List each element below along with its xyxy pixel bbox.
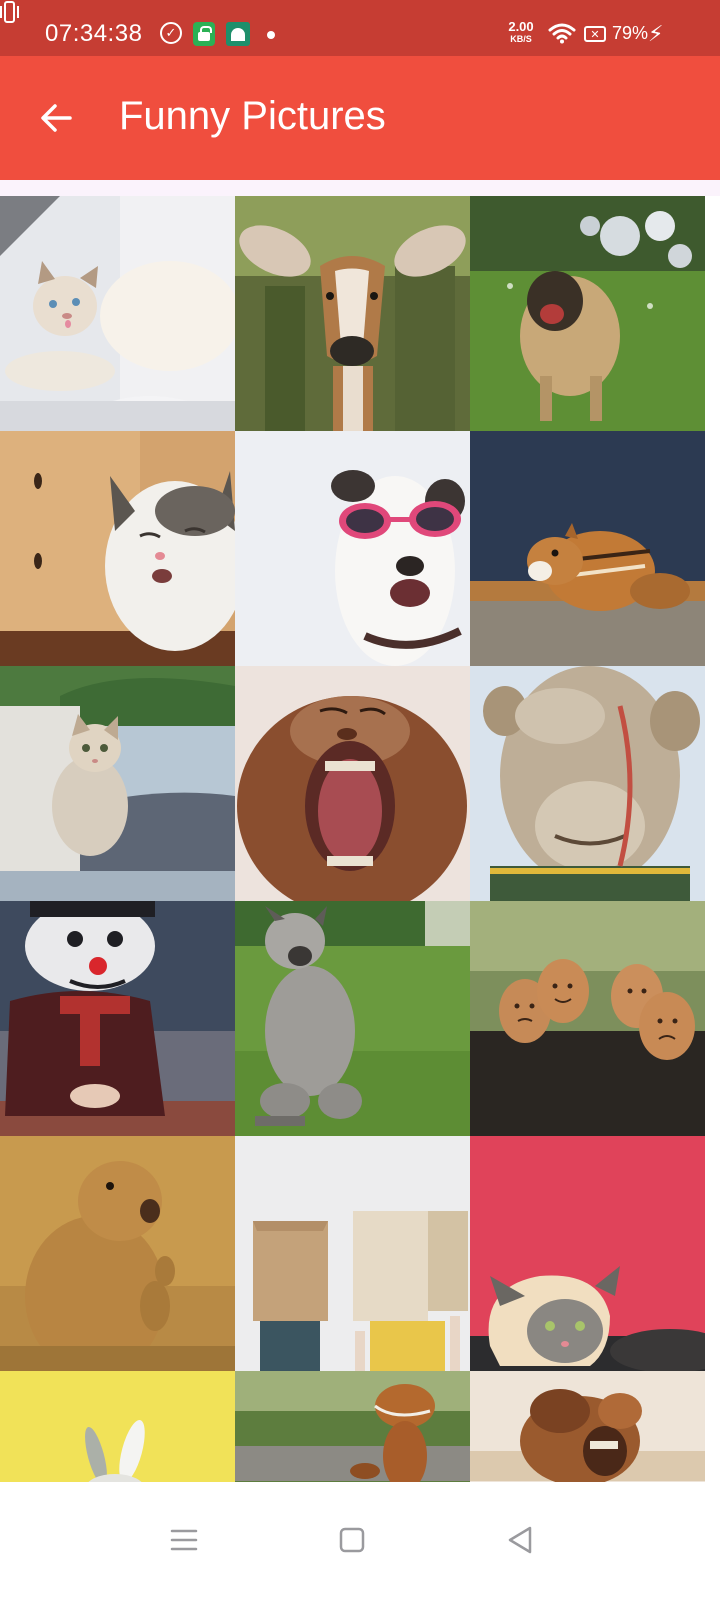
gazelle-image	[235, 196, 470, 431]
back-button[interactable]	[28, 86, 84, 150]
kitten-image	[0, 666, 235, 901]
cat-image	[0, 196, 235, 431]
dog-image	[470, 196, 705, 431]
system-back-button[interactable]	[490, 1510, 550, 1570]
gallery-image-cat-bread[interactable]	[470, 1136, 705, 1371]
gallery-image-eggs[interactable]	[470, 901, 705, 1136]
gallery-image-white-cat[interactable]	[0, 196, 235, 431]
dinosaur-image	[235, 1371, 470, 1482]
back-triangle-icon	[508, 1526, 532, 1554]
network-speed-value: 2.00	[508, 19, 534, 34]
home-button[interactable]	[322, 1510, 382, 1570]
recent-apps-button[interactable]	[154, 1510, 214, 1570]
gallery-image-box-heads[interactable]	[235, 1136, 470, 1371]
arrow-left-icon	[41, 104, 72, 132]
battery-percent: 79%	[612, 23, 649, 43]
gallery-image-monkey[interactable]	[235, 666, 470, 901]
network-speed-unit: KB/S	[510, 34, 532, 44]
dog-image	[235, 901, 470, 1136]
camel-image	[470, 1371, 705, 1482]
system-nav-bar	[0, 1482, 720, 1600]
snowman-image	[0, 901, 235, 1136]
app-bar: Funny Pictures	[0, 56, 720, 180]
gallery-image-dog-sunglasses[interactable]	[235, 431, 470, 666]
top-spacer	[0, 180, 720, 196]
gallery-image-gazelle[interactable]	[235, 196, 470, 431]
cat-image	[470, 1136, 705, 1371]
gallery-image-kitten-sofa[interactable]	[0, 666, 235, 901]
gallery-image-dinosaur[interactable]	[235, 1371, 470, 1482]
rabbit-image	[0, 1371, 235, 1482]
image-grid[interactable]	[0, 196, 706, 1482]
chipmunk-image	[470, 431, 705, 666]
camel-image	[470, 666, 705, 901]
battery-icon: ✕	[584, 26, 606, 42]
wifi-icon	[548, 23, 576, 44]
gallery-image-snowman[interactable]	[0, 901, 235, 1136]
eggs-image	[470, 901, 705, 1136]
monkey-image	[235, 666, 470, 901]
menu-icon	[170, 1529, 198, 1551]
notification-dot-icon	[267, 31, 275, 39]
gallery-image-camel-laughing[interactable]	[470, 1371, 705, 1482]
gallery-image-camel[interactable]	[470, 666, 705, 901]
page-title: Funny Pictures	[119, 94, 386, 138]
check-circle-icon: ✓	[160, 22, 182, 44]
gallery-image-chipmunk[interactable]	[470, 431, 705, 666]
scrollbar-gutter	[706, 196, 720, 1482]
status-bar: 07:34:38 ✓ 2.00 KB/S ✕ 79% ⚡	[0, 0, 720, 56]
home-square-icon	[339, 1527, 365, 1553]
vibrate-icon	[0, 1, 19, 40]
gallery-image-cat-squinting[interactable]	[0, 431, 235, 666]
status-time: 07:34:38	[45, 20, 143, 47]
charging-bolt-icon: ⚡	[648, 21, 664, 46]
network-speed: 2.00 KB/S	[505, 19, 537, 45]
cat-image	[0, 431, 235, 666]
prairie-dog-image	[0, 1136, 235, 1371]
gallery-image-prairie-dog[interactable]	[0, 1136, 235, 1371]
gallery-image-terrier[interactable]	[235, 901, 470, 1136]
gallery-image-rabbit[interactable]	[0, 1371, 235, 1482]
store-icon	[193, 22, 215, 46]
android-icon	[226, 22, 250, 46]
gallery-image-dog-shaking[interactable]	[470, 196, 705, 431]
dog-image	[235, 431, 470, 666]
boxes-image	[235, 1136, 470, 1371]
